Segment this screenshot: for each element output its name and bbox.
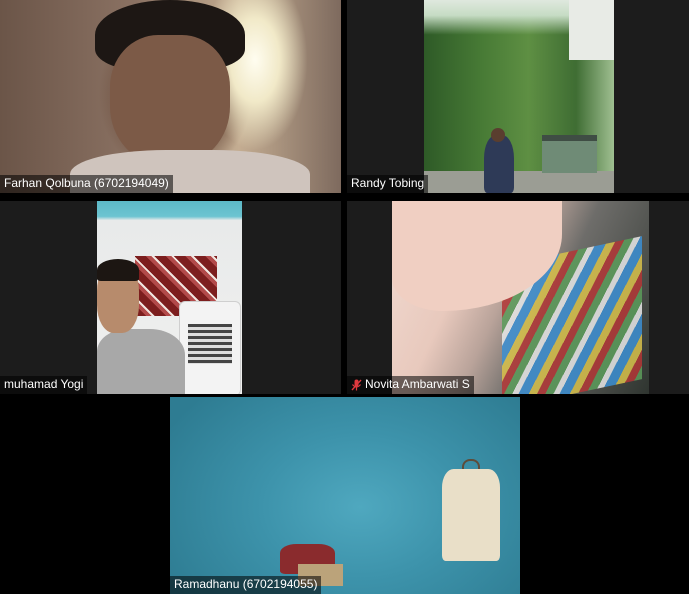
video-content [424, 171, 614, 193]
participant-name-tag: Randy Tobing [347, 175, 429, 193]
participant-tile-farhan[interactable]: Farhan Qolbuna (6702194049) [0, 0, 341, 193]
video-content [179, 301, 241, 394]
video-content [188, 324, 232, 364]
participant-name-tag: muhamad Yogi [0, 376, 88, 394]
participant-tile-randy[interactable]: Randy Tobing [347, 0, 689, 193]
participant-name-tag: Ramadhanu (6702194055) [170, 576, 322, 594]
participant-tile-yogi[interactable]: muhamad Yogi [0, 201, 341, 394]
participant-tile-novita[interactable]: Novita Ambarwati S [347, 201, 689, 394]
participant-name: Farhan Qolbuna (6702194049) [4, 176, 169, 190]
video-feed [392, 201, 649, 394]
participant-name: muhamad Yogi [4, 377, 84, 391]
video-content [491, 128, 505, 142]
video-feed [424, 0, 614, 193]
video-content [542, 135, 597, 173]
muted-mic-icon [351, 379, 362, 390]
video-feed [97, 201, 242, 394]
video-content [110, 35, 230, 165]
participant-name: Ramadhanu (6702194055) [174, 577, 318, 591]
video-content [484, 135, 514, 193]
participant-name-tag: Farhan Qolbuna (6702194049) [0, 175, 173, 193]
video-content [569, 0, 614, 60]
video-content [442, 469, 500, 561]
participant-tile-ramadhanu[interactable]: Ramadhanu (6702194055) [170, 397, 520, 594]
video-feed [170, 397, 520, 594]
participant-name: Randy Tobing [351, 176, 425, 190]
participant-name: Novita Ambarwati S [365, 377, 470, 391]
video-content [97, 329, 185, 394]
video-content [97, 259, 139, 281]
video-feed [0, 0, 341, 193]
participant-name-tag: Novita Ambarwati S [347, 376, 474, 394]
